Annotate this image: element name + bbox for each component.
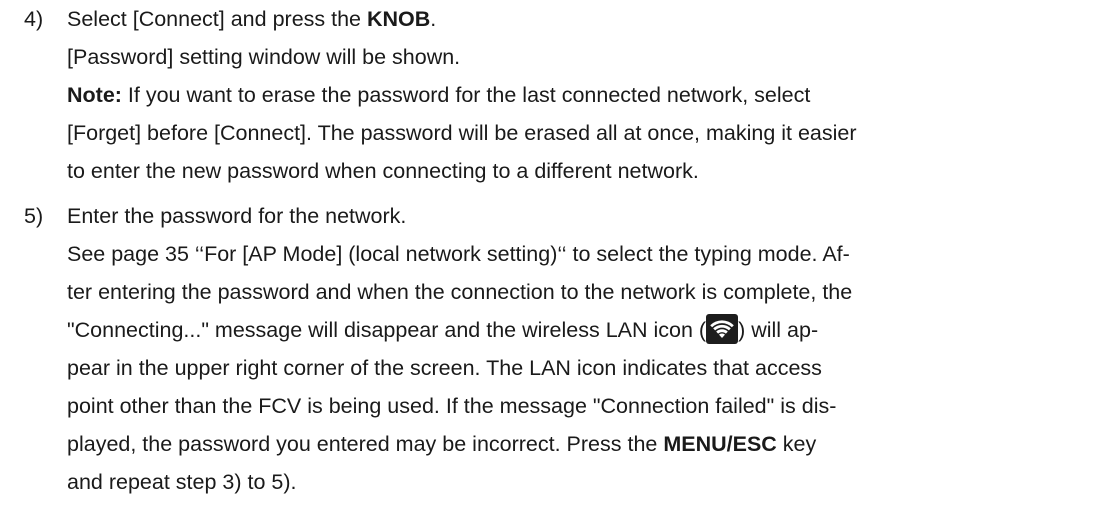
step-5-line-3: ter entering the password and when the c… — [67, 280, 853, 304]
step-4-line-4: [Forget] before [Connect]. The password … — [67, 121, 857, 145]
step-number: 5) — [24, 204, 44, 228]
step-4-note: Note: If you want to erase the password … — [67, 76, 1111, 114]
step-5-line-4: "Connecting..." message will disappear a… — [67, 311, 1111, 349]
knob-key-name: KNOB — [366, 7, 431, 31]
step-number: 4) — [24, 7, 44, 31]
step-body: Enter the password for the network. See … — [67, 197, 1111, 501]
step-5-line-7: played, the password you entered may be … — [67, 425, 1111, 463]
text: key — [776, 432, 817, 456]
note-label: Note: — [67, 83, 122, 107]
step-5-line-6: point other than the FCV is being used. … — [67, 394, 837, 418]
text: If you want to erase the password for th… — [121, 83, 811, 107]
text: played, the password you entered may be … — [67, 432, 664, 456]
step-4-line-2: [Password] setting window will be shown. — [67, 45, 461, 69]
step-4-line-1: Select [Connect] and press the KNOB. — [67, 0, 1111, 38]
menu-esc-key-name: MENU/ESC — [663, 432, 777, 456]
step-5-line-5: pear in the upper right corner of the sc… — [67, 356, 822, 380]
step-body: Select [Connect] and press the KNOB. [Pa… — [67, 0, 1111, 190]
text: "Connecting..." message will disappear a… — [67, 318, 707, 342]
manual-page: 4) Select [Connect] and press the KNOB. … — [0, 0, 1113, 521]
step-4-line-5: to enter the new password when connectin… — [67, 159, 699, 183]
step-5-line-2: See page 35 ‘‘For [AP Mode] (local netwo… — [67, 242, 850, 266]
text: ) will ap- — [738, 318, 819, 342]
text: Select [Connect] and press the — [67, 7, 367, 31]
text: . — [430, 7, 437, 31]
step-5-line-1: Enter the password for the network. — [67, 204, 407, 228]
wifi-icon — [706, 314, 739, 344]
step-5-line-8: and repeat step 3) to 5). — [67, 470, 297, 494]
